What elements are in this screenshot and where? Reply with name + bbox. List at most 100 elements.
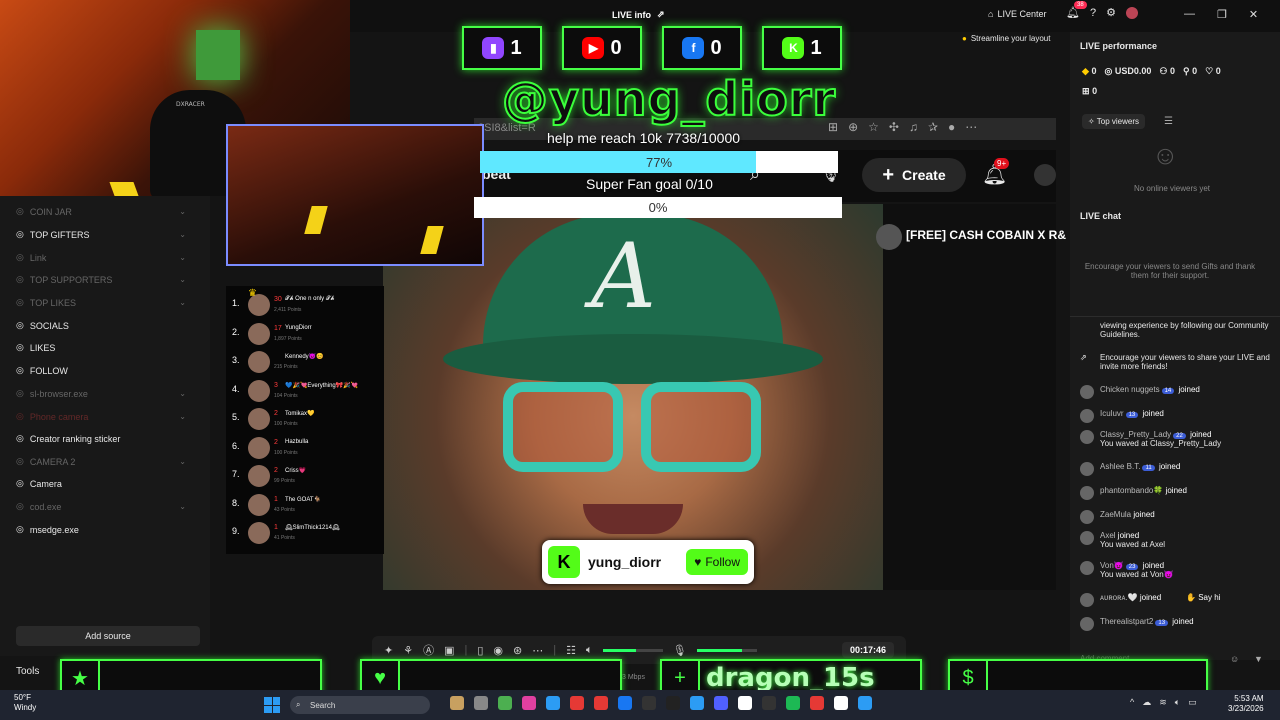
taskbar-app-icon[interactable]: [618, 696, 632, 710]
source-item[interactable]: ◎ TOP SUPPORTERS ⌄: [16, 274, 186, 285]
source-item[interactable]: ◎ COIN JAR ⌄: [16, 206, 186, 217]
source-item[interactable]: ◎ sl-browser.exe ⌄: [16, 388, 186, 399]
taskbar-app-icon[interactable]: [642, 696, 656, 710]
layout-icon[interactable]: ▣: [444, 644, 454, 657]
mic-icon[interactable]: 🎙︎: [673, 644, 687, 657]
source-item[interactable]: ◎ msedge.exe: [16, 524, 186, 535]
avatar[interactable]: [1080, 561, 1094, 575]
taskbar-app-icon[interactable]: [786, 696, 800, 710]
speaker-slider[interactable]: [602, 648, 663, 652]
chat-username[interactable]: ZaeMula: [1100, 510, 1131, 519]
taskbar-app-icon[interactable]: [498, 696, 512, 710]
avatar[interactable]: [1080, 430, 1094, 444]
star-icon[interactable]: ☆: [868, 120, 879, 134]
chevron-down-icon[interactable]: ⌄: [179, 457, 186, 466]
source-item[interactable]: ◎ CAMERA 2 ⌄: [16, 456, 186, 467]
more-icon[interactable]: ⋯: [532, 644, 543, 657]
taskbar-app-icon[interactable]: [594, 696, 608, 710]
source-item[interactable]: ◎ TOP GIFTERS ⌄: [16, 229, 186, 240]
taskbar-app-icon[interactable]: [858, 696, 872, 710]
record-icon[interactable]: ◉: [493, 644, 503, 657]
avatar[interactable]: [1080, 617, 1094, 631]
say-hi-button[interactable]: ✋ Say hi: [1186, 593, 1220, 602]
live-info[interactable]: LIVE info ⇗: [612, 9, 665, 20]
avatar[interactable]: [1080, 531, 1094, 545]
music-icon[interactable]: ♫: [909, 120, 918, 134]
chevron-down-icon[interactable]: ⌄: [179, 253, 186, 262]
taskbar-app-icon[interactable]: [570, 696, 584, 710]
phone-icon[interactable]: ▯: [477, 644, 483, 657]
taskbar-app-icon[interactable]: [474, 696, 488, 710]
taskbar-app-icon[interactable]: [690, 696, 704, 710]
streamline-tip[interactable]: ● Streamline your layout: [962, 34, 1050, 43]
taskbar-search[interactable]: ⌕ Search: [290, 696, 430, 714]
avatar[interactable]: [1080, 385, 1094, 399]
live-center-button[interactable]: ⌂ LIVE Center: [988, 9, 1046, 19]
video-title[interactable]: [FREE] CASH COBAIN X R&: [906, 228, 1066, 242]
source-item[interactable]: ◎ cod.exe ⌄: [16, 501, 186, 512]
avatar[interactable]: [1080, 593, 1094, 607]
chevron-down-icon[interactable]: ⌄: [179, 389, 186, 398]
avatar[interactable]: [1080, 510, 1094, 524]
effects-icon[interactable]: ⚘: [403, 644, 413, 657]
wifi-icon[interactable]: ≋: [1159, 697, 1167, 708]
source-item[interactable]: ◎ Link ⌄: [16, 252, 186, 263]
clock[interactable]: 5:53 AM 3/23/2026: [1228, 694, 1264, 714]
chevron-down-icon[interactable]: ⌄: [179, 298, 186, 307]
chat-username[interactable]: Classy_Pretty_Lady: [1100, 430, 1171, 439]
chat-username[interactable]: Von😈: [1100, 561, 1124, 570]
taskbar-app-icon[interactable]: [450, 696, 464, 710]
chat-username[interactable]: Therealistpart2: [1100, 617, 1153, 626]
magic-icon[interactable]: ✦: [384, 644, 393, 657]
avatar[interactable]: [1080, 462, 1094, 476]
chevron-down-icon[interactable]: ⌄: [179, 502, 186, 511]
taskbar-app-icon[interactable]: [666, 696, 680, 710]
profile-icon[interactable]: ●: [948, 120, 955, 134]
weather-widget[interactable]: 50°F Windy: [14, 693, 36, 713]
taskbar-app-icon[interactable]: [834, 696, 848, 710]
favorites-icon[interactable]: ✰: [928, 120, 938, 134]
avatar[interactable]: [1080, 409, 1094, 423]
cloud-icon[interactable]: ☁: [1142, 697, 1151, 708]
follow-button[interactable]: ♥ Follow: [686, 549, 748, 575]
source-item[interactable]: ◎ FOLLOW: [16, 365, 186, 376]
emoji-icon[interactable]: ☺: [1230, 654, 1239, 664]
add-source-button[interactable]: Add source: [16, 626, 200, 646]
mic-slider[interactable]: [696, 648, 757, 652]
source-item[interactable]: ◎ Creator ranking sticker: [16, 433, 186, 444]
avatar[interactable]: [1080, 486, 1094, 500]
chevron-down-icon[interactable]: ⌄: [179, 412, 186, 421]
zoom-icon[interactable]: ⊕: [848, 120, 858, 134]
filter-icon[interactable]: ▼: [1254, 654, 1263, 664]
video-avatar[interactable]: [876, 224, 902, 250]
chevron-up-icon[interactable]: ^: [1130, 697, 1134, 708]
close-icon[interactable]: ✕: [1249, 8, 1258, 21]
bell-icon[interactable]: 🔔︎ 38: [1066, 1, 1087, 19]
target-icon[interactable]: ⊛: [513, 644, 522, 657]
taskbar-app-icon[interactable]: [762, 696, 776, 710]
source-item[interactable]: ◎ Phone camera ⌄: [16, 411, 186, 422]
source-item[interactable]: ◎ SOCIALS: [16, 320, 186, 331]
source-item[interactable]: ◎ LIKES: [16, 342, 186, 353]
chat-username[interactable]: phantombando🍀: [1100, 486, 1163, 495]
start-button[interactable]: [264, 697, 280, 713]
chat-username[interactable]: Iculuvr: [1100, 409, 1124, 418]
mixer-icon[interactable]: ☷: [566, 644, 576, 657]
help-icon[interactable]: ?: [1090, 7, 1096, 19]
maximize-icon[interactable]: ❐: [1217, 8, 1227, 21]
source-item[interactable]: ◎ Camera: [16, 478, 186, 489]
auto-icon[interactable]: Ⓐ: [423, 642, 434, 658]
list-icon[interactable]: ☰: [1164, 116, 1173, 127]
tools-label[interactable]: Tools: [16, 666, 39, 677]
minimize-icon[interactable]: —: [1184, 8, 1195, 21]
chat-username[interactable]: ᴀᴜʀᴏʀᴀ.🤍: [1100, 593, 1138, 602]
channel-avatar[interactable]: [1034, 164, 1056, 186]
yt-bell-icon[interactable]: 🔔︎ 9+: [982, 158, 1010, 187]
taskbar-app-icon[interactable]: [810, 696, 824, 710]
chevron-down-icon[interactable]: ⌄: [179, 230, 186, 239]
create-button[interactable]: + Create: [862, 158, 966, 192]
taskbar-app-icon[interactable]: [714, 696, 728, 710]
extension-icon[interactable]: ✣: [889, 120, 899, 134]
chat-username[interactable]: Chicken nuggets: [1100, 385, 1160, 394]
more-icon[interactable]: ⋯: [965, 120, 977, 134]
